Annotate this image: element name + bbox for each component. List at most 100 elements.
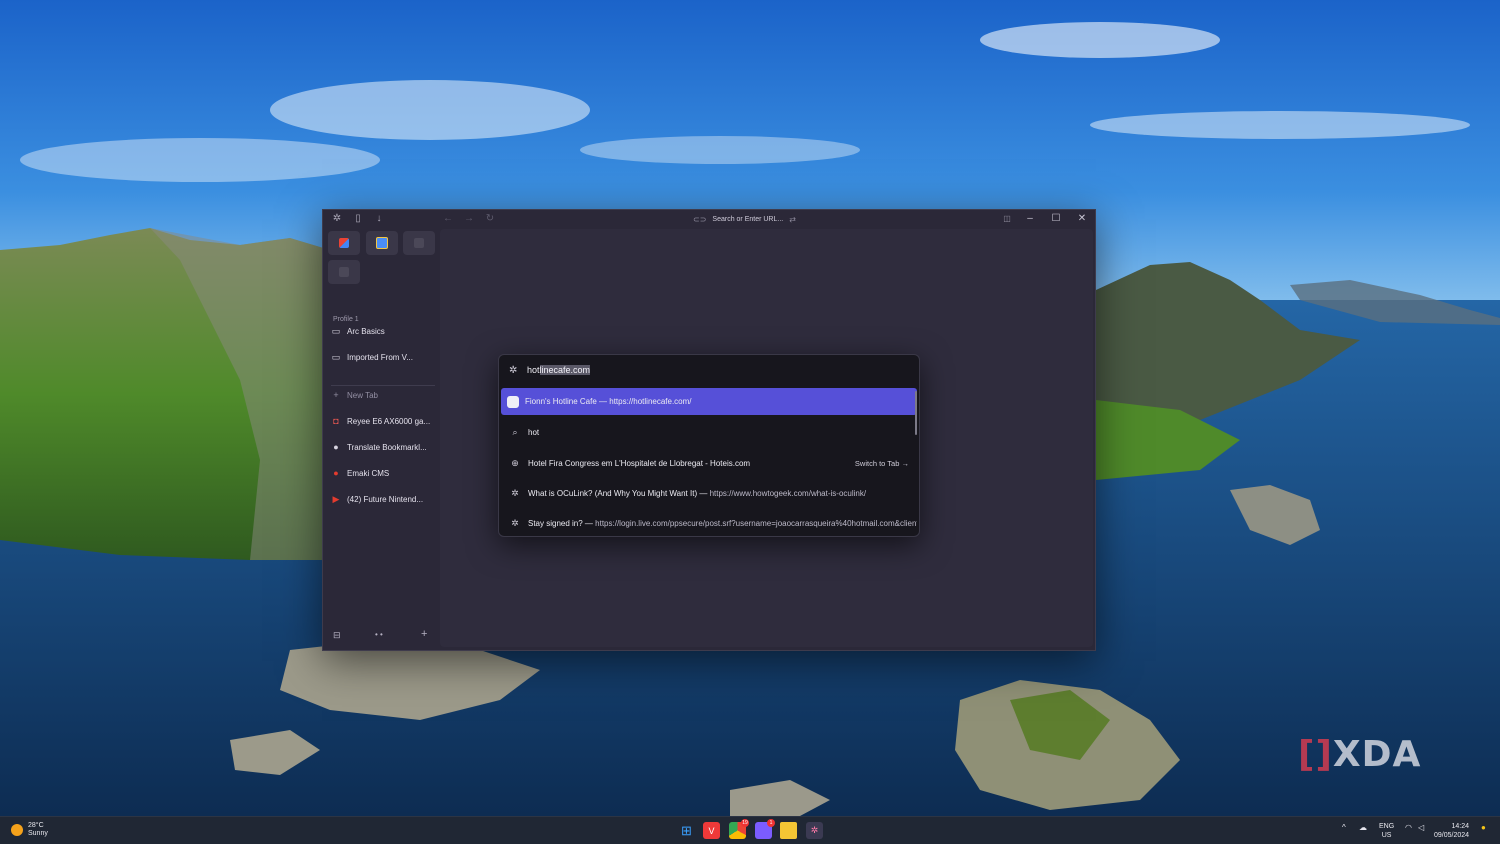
github-icon: ●	[333, 442, 339, 452]
result-title: Hotel Fira Congress em L'Hospitalet de L…	[528, 459, 751, 468]
arc-logo-icon[interactable]: ✲	[331, 213, 343, 225]
result-separator: —	[697, 489, 710, 498]
globe-icon: ⊕	[511, 458, 519, 468]
command-bar-query: hotlinecafe.com	[527, 365, 591, 375]
watermark-text: XDA	[1332, 734, 1422, 775]
onedrive-cloud-icon[interactable]: ☁	[1359, 823, 1367, 832]
result-url: https://hotlinecafe.com/	[609, 397, 692, 406]
result-title: hot	[528, 428, 540, 437]
sidebar-tab-translate[interactable]: ● Translate Bookmarkl...	[331, 438, 433, 456]
arrow-right-icon: →	[901, 459, 910, 468]
time: 14:24	[1451, 823, 1470, 830]
sidebar-item-label: Reyee E6 AX6000 ga...	[347, 416, 431, 426]
notification-bell-icon[interactable]: ●	[1481, 823, 1486, 832]
typed-text: hot	[527, 365, 540, 375]
weather-temp: 28°C	[28, 822, 44, 829]
reload-icon[interactable]: ↻	[484, 213, 496, 225]
youtube-icon: ▶	[332, 493, 340, 504]
sidebar-item-label: Translate Bookmarkl...	[347, 442, 427, 452]
lang-region: US	[1381, 832, 1392, 839]
sidebar-toggle-icon[interactable]: ▯	[352, 213, 364, 225]
arc-browser-icon[interactable]: ✲	[806, 822, 823, 839]
sidebar-item-label: (42) Future Nintend...	[347, 494, 424, 504]
weather-widget[interactable]: 28°C Sunny	[11, 822, 48, 838]
vivaldi-icon[interactable]: V	[703, 822, 720, 839]
switch-to-tab-button[interactable]: Switch to Tab →	[855, 459, 909, 468]
close-button[interactable]: ✕	[1075, 212, 1089, 226]
url-bar[interactable]: ⊂⊃ Search or Enter URL... ⇄	[693, 212, 796, 227]
sidebar-item-label: Arc Basics	[347, 326, 385, 336]
gmail-icon	[339, 238, 349, 248]
result-row[interactable]: ✲ What is OCuLink? (And Why You Might Wa…	[501, 480, 917, 507]
result-row[interactable]: ✲ Stay signed in? — https://login.live.c…	[501, 510, 917, 536]
switch-to-tab-label: Switch to Tab	[854, 459, 900, 468]
download-icon[interactable]: ↓	[373, 213, 385, 225]
sparkle-icon: ✲	[511, 488, 519, 498]
plus-icon: +	[333, 390, 339, 400]
site-favicon-icon	[507, 395, 519, 408]
teams-icon[interactable]: 1	[755, 819, 775, 839]
pinned-tab-3[interactable]	[403, 231, 435, 255]
results-scrollbar[interactable]	[915, 391, 917, 435]
command-bar-input[interactable]: ✲ hotlinecafe.com	[499, 355, 919, 387]
new-tab-label: New Tab	[347, 390, 378, 400]
swap-icon[interactable]: ⇄	[789, 215, 796, 224]
pinned-calendar[interactable]	[366, 231, 398, 255]
pinned-gmail[interactable]	[328, 231, 360, 255]
add-space-button[interactable]: +	[421, 628, 427, 640]
title-bar: ✲ ▯ ↓ ← → ↻ ⊂⊃ Search or Enter URL... ⇄ …	[323, 210, 1095, 229]
new-tab-button[interactable]: + New Tab	[331, 386, 433, 404]
language-indicator[interactable]: ENG US	[1379, 822, 1394, 840]
wifi-icon[interactable]: ◠	[1405, 823, 1412, 832]
result-row[interactable]: Fionn's Hotline Cafe — https://hotlineca…	[501, 388, 917, 415]
blank-favicon-icon	[339, 267, 349, 277]
notification-badge: 1	[767, 819, 775, 827]
maximize-button[interactable]: ☐	[1049, 212, 1063, 226]
sidebar-tab-reyee[interactable]: ◘ Reyee E6 AX6000 ga...	[331, 412, 433, 430]
pinned-tab-4[interactable]	[328, 260, 360, 284]
result-row[interactable]: ⊕ Hotel Fira Congress em L'Hospitalet de…	[501, 450, 917, 477]
archive-icon[interactable]: ⊟	[333, 630, 341, 641]
sparkle-icon: ✲	[511, 518, 519, 528]
result-url: https://www.howtogeek.com/what-is-oculin…	[709, 489, 867, 498]
sparkle-icon: ✲	[509, 365, 518, 376]
xda-watermark-logo: []XDA	[1298, 734, 1422, 775]
folder-icon: ▭	[331, 325, 341, 336]
result-title: Fionn's Hotline Cafe	[525, 397, 597, 406]
weather-desc: Sunny	[28, 830, 48, 837]
calendar-icon	[376, 237, 388, 249]
lang-code: ENG	[1379, 823, 1395, 830]
sidebar: Profile 1 ▭ Arc Basics ▭ Imported From V…	[323, 229, 440, 650]
sidebar-tab-emaki[interactable]: ● Emaki CMS	[331, 464, 433, 482]
url-placeholder: Search or Enter URL...	[712, 216, 784, 223]
file-explorer-icon[interactable]	[780, 822, 797, 839]
volume-icon[interactable]: ◁	[1418, 823, 1424, 832]
chevron-up-icon[interactable]: ^	[1342, 823, 1346, 832]
result-url: https://login.live.com/ppsecure/post.srf…	[595, 519, 917, 528]
link-icon: ⊂⊃	[693, 215, 707, 224]
minimize-button[interactable]: –	[1023, 212, 1037, 226]
start-button-windows-icon[interactable]: ⊞	[678, 822, 695, 839]
forward-icon[interactable]: →	[463, 213, 475, 225]
sidebar-folder-imported[interactable]: ▭ Imported From V...	[331, 348, 433, 366]
sidebar-folder-arc-basics[interactable]: ▭ Arc Basics	[331, 322, 433, 340]
taskbar: 28°C Sunny ⊞ V 19 1 ✲ ^ ☁ ENG US ◠ ◁ 14:24…	[0, 816, 1500, 844]
clock[interactable]: 14:24 09/05/2024	[1434, 822, 1469, 840]
command-bar: ✲ hotlinecafe.com Fionn's Hotline Cafe —…	[498, 354, 920, 537]
sun-icon	[11, 824, 23, 836]
back-icon[interactable]: ←	[442, 213, 454, 225]
date: 09/05/2024	[1434, 832, 1470, 839]
autocomplete-suggestion: linecafe.com	[539, 365, 591, 375]
result-row[interactable]: ⌕ hot	[501, 419, 917, 446]
notification-badge: 19	[741, 819, 749, 827]
sidebar-item-label: Imported From V...	[347, 352, 413, 362]
result-separator: —	[582, 519, 596, 528]
sidebar-tab-youtube[interactable]: ▶ (42) Future Nintend...	[331, 490, 433, 508]
split-view-icon[interactable]: ◫	[1000, 212, 1014, 226]
chrome-icon[interactable]: 19	[729, 819, 749, 839]
reyee-icon: ◘	[333, 416, 339, 426]
search-icon: ⌕	[512, 427, 518, 437]
emaki-icon: ●	[333, 468, 339, 478]
blank-favicon-icon	[414, 238, 424, 248]
space-switcher-dots[interactable]: • •	[375, 630, 383, 639]
